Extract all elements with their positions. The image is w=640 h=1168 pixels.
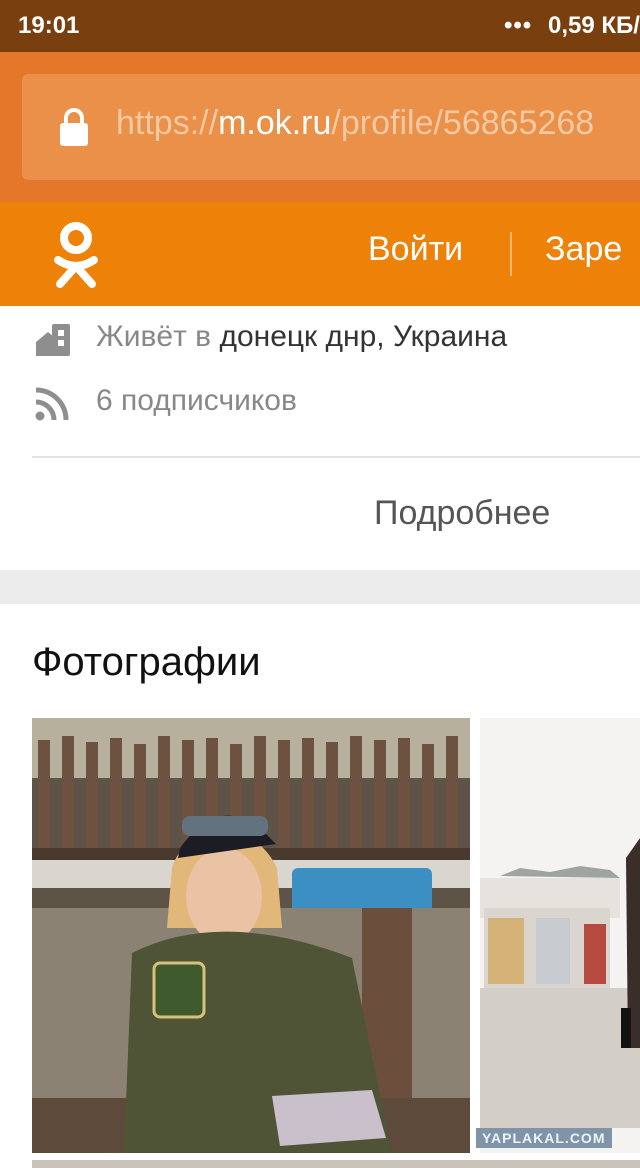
- header-divider: [510, 232, 512, 276]
- status-bar: 19:01 ••• 0,59 КБ/: [0, 0, 640, 52]
- photo-garages-image: [480, 718, 640, 1153]
- location-row: Живёт в донецк днр, Украина: [0, 314, 640, 364]
- url-scheme: https://: [116, 104, 219, 142]
- section-separator: [0, 570, 640, 604]
- location-text: Живёт в донецк днр, Украина: [96, 320, 507, 354]
- subscribers-count[interactable]: 6 подписчиков: [96, 384, 297, 418]
- network-speed: 0,59 КБ/: [548, 12, 640, 39]
- ok-logo-icon[interactable]: [52, 222, 100, 290]
- url-host: m.ok.ru: [218, 104, 332, 142]
- rss-icon: [35, 387, 69, 421]
- watermark: YAPLAKAL.COM: [476, 1128, 612, 1148]
- site-header: Войти Заре: [0, 202, 640, 306]
- notification-dots-icon: •••: [504, 12, 533, 39]
- login-link[interactable]: Войти: [368, 230, 463, 269]
- url-text: https://m.ok.ru/profile/56865268: [116, 104, 594, 143]
- lock-icon: [60, 108, 88, 146]
- location-value: донецк днр, Украина: [219, 320, 508, 353]
- location-label: Живёт в: [96, 320, 220, 353]
- photo-row-preview: [32, 1160, 640, 1168]
- divider: [32, 456, 640, 458]
- url-path: /profile/56865268: [331, 104, 595, 142]
- photo-woman-in-cap-image: [32, 718, 470, 1153]
- photos-section-title: Фотографии: [32, 640, 261, 684]
- home-icon: [36, 324, 70, 356]
- subscribers-row: 6 подписчиков: [0, 378, 640, 428]
- more-details-link[interactable]: Подробнее: [374, 494, 550, 533]
- browser-toolbar: https://m.ok.ru/profile/56865268: [0, 52, 640, 202]
- photo-thumbnail[interactable]: [480, 718, 640, 1153]
- register-link[interactable]: Заре: [545, 230, 622, 269]
- status-time: 19:01: [18, 12, 80, 39]
- url-field[interactable]: https://m.ok.ru/profile/56865268: [22, 74, 640, 180]
- photo-thumbnail[interactable]: [32, 718, 470, 1153]
